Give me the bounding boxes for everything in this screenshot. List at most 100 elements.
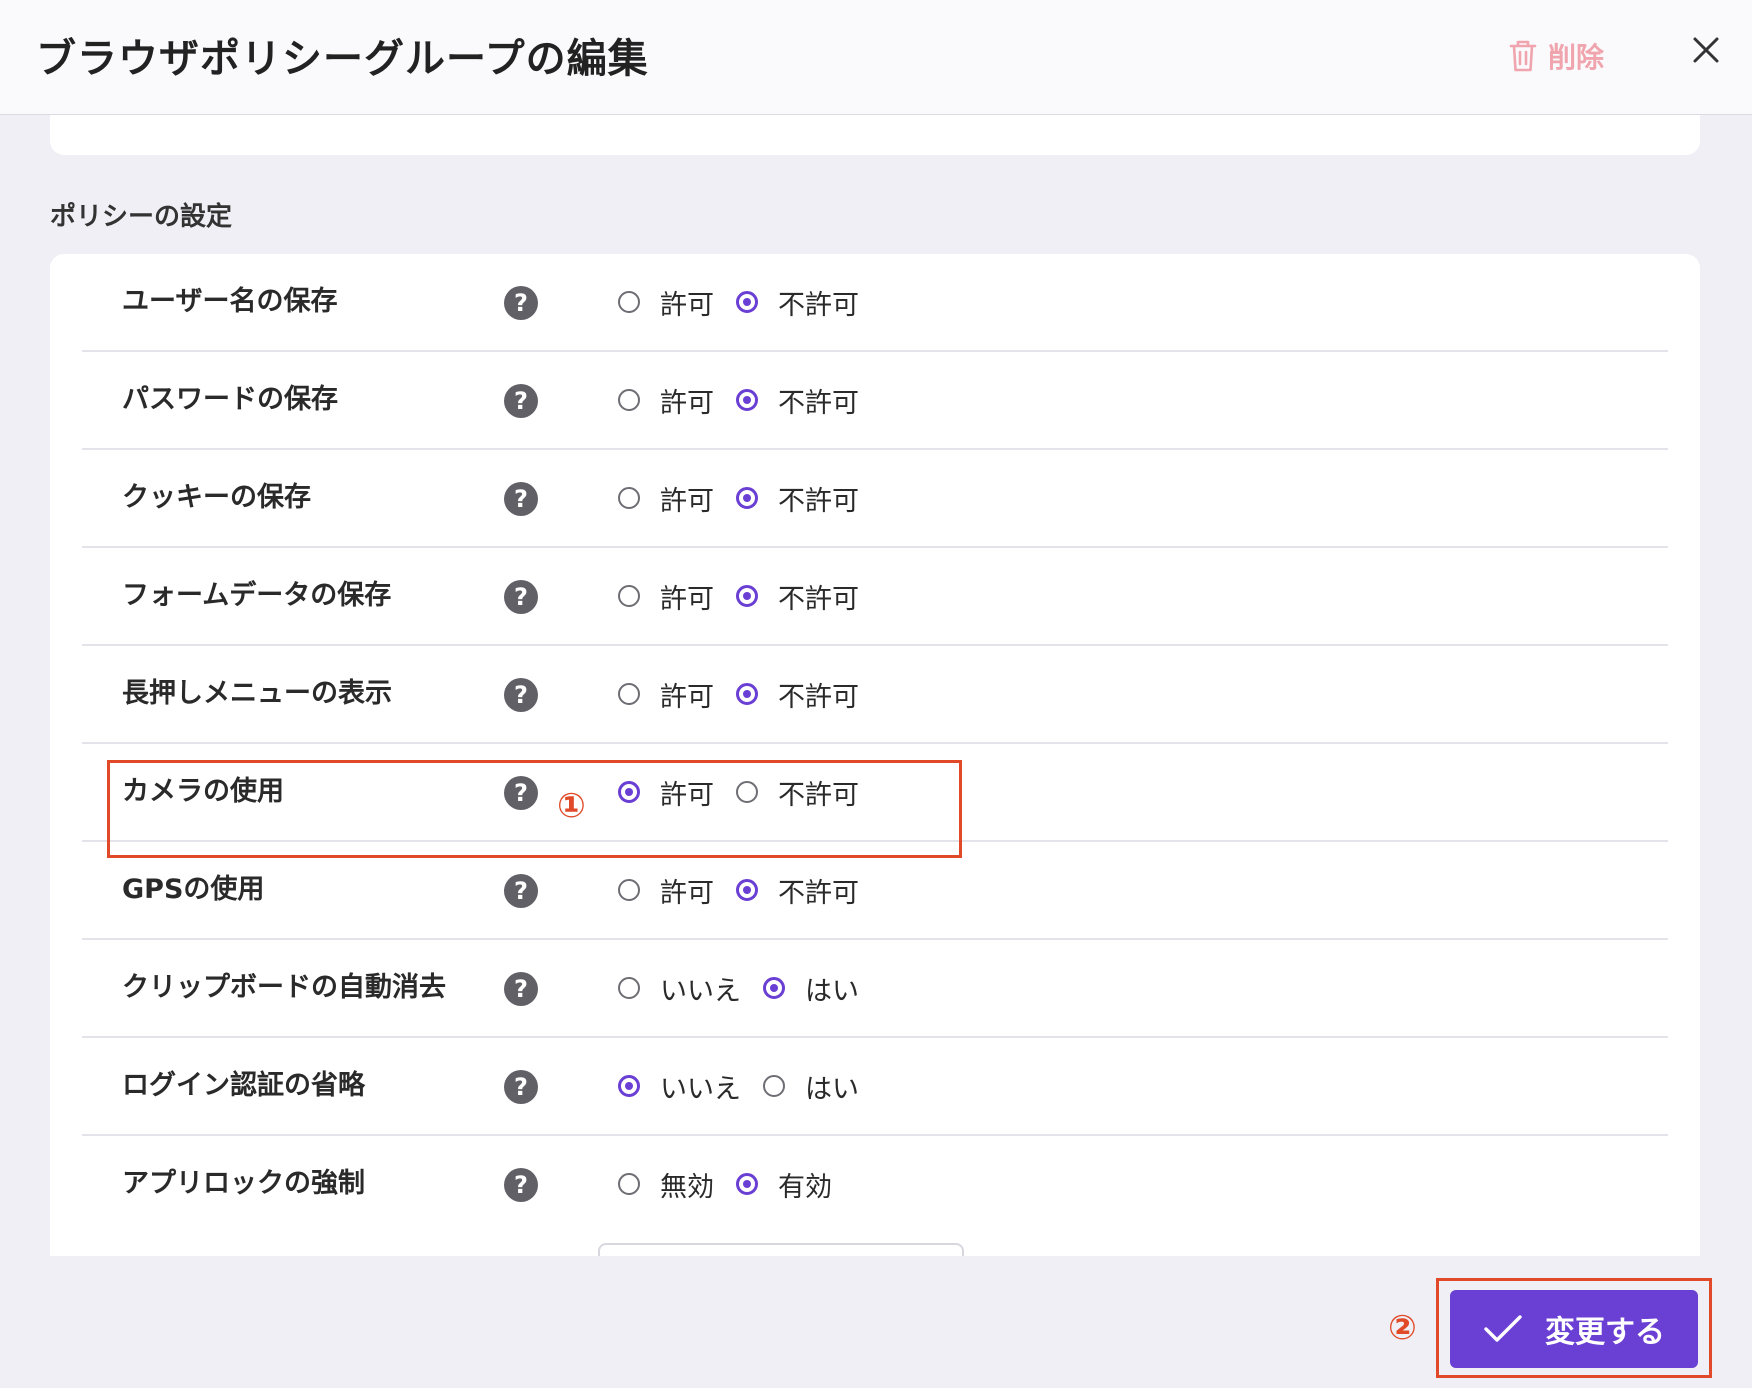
radio-option[interactable]: 許可 — [618, 577, 714, 616]
radio-checked-icon[interactable] — [736, 1173, 758, 1195]
radio-option[interactable]: 不許可 — [736, 283, 859, 322]
policy-row: 長押しメニューの表示? 許可 不許可 — [82, 646, 1668, 744]
submit-button[interactable]: 変更する — [1450, 1290, 1698, 1368]
radio-unchecked-icon[interactable] — [618, 585, 640, 607]
radio-option[interactable]: 許可 — [618, 381, 714, 420]
radio-option[interactable]: 許可 — [618, 871, 714, 910]
radio-option-label: 不許可 — [778, 289, 859, 321]
radio-option-label: 無効 — [660, 1171, 714, 1203]
help-icon[interactable]: ? — [504, 874, 538, 908]
radio-option-label: 許可 — [660, 877, 714, 909]
policy-row: パスワードの保存? 許可 不許可 — [82, 352, 1668, 450]
policy-row: クリップボードの自動消去? いいえ はい — [82, 940, 1668, 1038]
radio-option-label: 不許可 — [778, 681, 859, 713]
radio-unchecked-icon[interactable] — [763, 1075, 785, 1097]
radio-checked-icon[interactable] — [736, 879, 758, 901]
help-icon[interactable]: ? — [504, 1168, 538, 1202]
delete-button[interactable]: 削除 — [1508, 34, 1604, 78]
radio-unchecked-icon[interactable] — [618, 683, 640, 705]
help-icon[interactable]: ? — [504, 482, 538, 516]
radio-option[interactable]: 有効 — [736, 1165, 832, 1204]
radio-option-label: はい — [805, 975, 859, 1007]
radio-option[interactable]: 無効 — [618, 1165, 714, 1204]
policy-label: ログイン認証の省略 — [122, 1070, 365, 1101]
radio-option-label: いいえ — [660, 1073, 741, 1105]
camera-highlight-box — [107, 760, 962, 858]
policy-row: フォームデータの保存? 許可 不許可 — [82, 548, 1668, 646]
radio-unchecked-icon[interactable] — [618, 291, 640, 313]
trash-icon — [1509, 40, 1537, 72]
radio-group: いいえ はい — [618, 1038, 881, 1134]
radio-group: 許可 不許可 — [618, 646, 881, 742]
policy-label: フォームデータの保存 — [122, 580, 392, 611]
radio-group: いいえ はい — [618, 940, 881, 1036]
radio-checked-icon[interactable] — [736, 683, 758, 705]
radio-unchecked-icon[interactable] — [618, 879, 640, 901]
radio-option[interactable]: 不許可 — [736, 479, 859, 518]
radio-option[interactable]: 許可 — [618, 283, 714, 322]
policy-label: 長押しメニューの表示 — [122, 678, 392, 709]
dialog-header: ブラウザポリシーグループの編集 削除 — [0, 0, 1752, 115]
radio-option-label: 有効 — [778, 1171, 832, 1203]
radio-option[interactable]: 許可 — [618, 675, 714, 714]
radio-checked-icon[interactable] — [736, 585, 758, 607]
section-title: ポリシーの設定 — [50, 202, 233, 232]
policy-label: パスワードの保存 — [122, 384, 338, 415]
radio-group: 許可 不許可 — [618, 254, 881, 350]
policy-label: アプリロックの強制 — [122, 1168, 365, 1199]
radio-checked-icon[interactable] — [736, 291, 758, 313]
help-icon[interactable]: ? — [504, 1070, 538, 1104]
delete-button-label: 削除 — [1548, 41, 1605, 74]
radio-checked-icon[interactable] — [736, 389, 758, 411]
policy-label: クッキーの保存 — [122, 482, 311, 513]
radio-checked-icon[interactable] — [763, 977, 785, 999]
radio-option-label: はい — [805, 1073, 859, 1105]
radio-option[interactable]: 許可 — [618, 479, 714, 518]
help-icon[interactable]: ? — [504, 972, 538, 1006]
policy-row: クッキーの保存? 許可 不許可 — [82, 450, 1668, 548]
policy-label: ユーザー名の保存 — [122, 286, 338, 317]
radio-option[interactable]: いいえ — [618, 1067, 741, 1106]
help-icon[interactable]: ? — [504, 384, 538, 418]
radio-option[interactable]: はい — [763, 969, 859, 1008]
help-icon[interactable]: ? — [504, 678, 538, 712]
step-1-marker: ① — [557, 786, 586, 826]
radio-option[interactable]: 不許可 — [736, 675, 859, 714]
radio-option[interactable]: はい — [763, 1067, 859, 1106]
close-icon[interactable] — [1688, 32, 1724, 68]
help-icon[interactable]: ? — [504, 580, 538, 614]
help-icon[interactable]: ? — [504, 286, 538, 320]
radio-option[interactable]: 不許可 — [736, 871, 859, 910]
radio-option-label: 許可 — [660, 289, 714, 321]
dialog-title: ブラウザポリシーグループの編集 — [36, 36, 649, 82]
radio-option[interactable]: 不許可 — [736, 381, 859, 420]
radio-group: 許可 不許可 — [618, 450, 881, 546]
policy-settings-card: ユーザー名の保存? 許可 不許可 パスワードの保存? 許可 不許可 クッキーの保存? 許可 不許… — [50, 254, 1700, 1256]
radio-option-label: 不許可 — [778, 583, 859, 615]
radio-option-label: 許可 — [660, 387, 714, 419]
radio-group: 無効 有効 — [618, 1136, 854, 1232]
radio-group: 許可 不許可 — [618, 352, 881, 448]
radio-group: 許可 不許可 — [618, 548, 881, 644]
radio-option[interactable]: 不許可 — [736, 577, 859, 616]
radio-option-label: 不許可 — [778, 387, 859, 419]
radio-unchecked-icon[interactable] — [618, 487, 640, 509]
radio-unchecked-icon[interactable] — [618, 977, 640, 999]
radio-unchecked-icon[interactable] — [618, 1173, 640, 1195]
radio-option-label: 許可 — [660, 681, 714, 713]
radio-option-label: 許可 — [660, 485, 714, 517]
policy-label: クリップボードの自動消去 — [122, 972, 446, 1003]
radio-option-label: 不許可 — [778, 877, 859, 909]
radio-option[interactable]: いいえ — [618, 969, 741, 1008]
radio-checked-icon[interactable] — [618, 1075, 640, 1097]
submit-button-label: 変更する — [1545, 1315, 1665, 1350]
policy-row: アプリロックの強制? 無効 有効 — [82, 1136, 1668, 1234]
policy-row: ユーザー名の保存? 許可 不許可 — [82, 254, 1668, 352]
check-icon — [1484, 1315, 1522, 1342]
previous-section-card — [50, 115, 1700, 155]
radio-option-label: 不許可 — [778, 485, 859, 517]
radio-option-label: 許可 — [660, 583, 714, 615]
radio-checked-icon[interactable] — [736, 487, 758, 509]
policy-row: ログイン認証の省略? いいえ はい — [82, 1038, 1668, 1136]
radio-unchecked-icon[interactable] — [618, 389, 640, 411]
